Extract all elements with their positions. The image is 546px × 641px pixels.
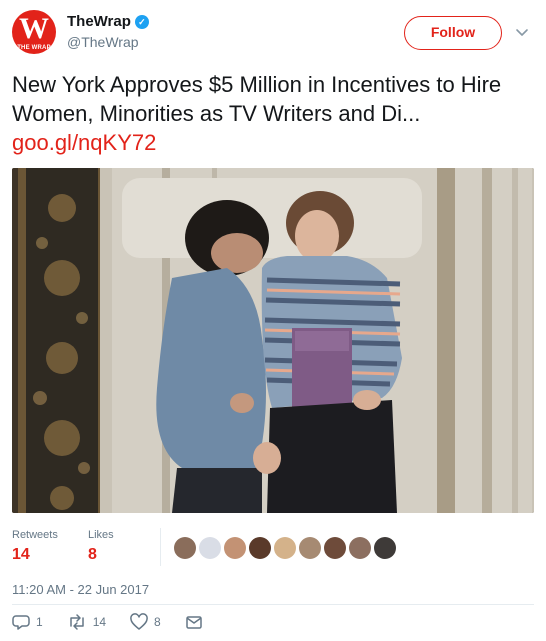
liker-avatar[interactable] <box>174 537 196 559</box>
tweet-header: W THE WRAP TheWrap ✓ @TheWrap Follow <box>12 10 534 56</box>
tweet-actions: 1 14 8 <box>12 612 227 632</box>
stats-divider <box>160 528 161 566</box>
tweet-text: New York Approves $5 Million in Incentiv… <box>12 70 532 157</box>
account-names: TheWrap ✓ @TheWrap <box>67 13 149 51</box>
liker-avatar[interactable] <box>249 537 271 559</box>
retweet-count: 14 <box>92 615 107 629</box>
retweet-icon <box>69 614 84 630</box>
reply-count: 1 <box>36 615 43 629</box>
liker-avatar[interactable] <box>324 537 346 559</box>
liker-avatar[interactable] <box>299 537 321 559</box>
heart-icon <box>130 613 148 630</box>
message-action[interactable] <box>185 612 203 632</box>
tweet-photo[interactable] <box>12 168 534 513</box>
reply-action[interactable]: 1 <box>12 612 43 632</box>
tweet-timestamp[interactable]: 11:20 AM - 22 Jun 2017 <box>12 582 149 598</box>
liker-avatar[interactable] <box>349 537 371 559</box>
photo-illustration <box>12 168 534 513</box>
likes-stat[interactable]: Likes 8 <box>88 528 114 565</box>
avatar-letter: W <box>19 12 49 45</box>
retweets-count: 14 <box>12 546 30 563</box>
liker-avatar[interactable] <box>224 537 246 559</box>
display-name[interactable]: TheWrap <box>67 13 131 31</box>
avatar-subtext: THE WRAP <box>17 45 51 51</box>
envelope-icon <box>185 616 202 629</box>
like-action[interactable]: 8 <box>130 612 161 632</box>
tweet-body: New York Approves $5 Million in Incentiv… <box>12 72 502 126</box>
tweet-stats: Retweets 14 Likes 8 <box>12 528 534 568</box>
tweet-link[interactable]: goo.gl/nqKY72 <box>12 130 156 155</box>
account-handle[interactable]: @TheWrap <box>67 33 149 51</box>
retweets-label: Retweets <box>12 529 58 541</box>
liker-avatars <box>174 537 396 561</box>
verified-badge-icon: ✓ <box>134 15 149 29</box>
liker-avatar[interactable] <box>274 537 296 559</box>
actions-divider <box>12 604 534 605</box>
reply-icon <box>12 615 30 630</box>
likes-count: 8 <box>88 546 97 563</box>
retweet-action[interactable]: 14 <box>67 612 106 632</box>
follow-button[interactable]: Follow <box>404 16 502 50</box>
like-count: 8 <box>154 615 161 629</box>
chevron-down-icon[interactable] <box>514 24 530 40</box>
likes-label: Likes <box>88 529 114 541</box>
display-name-row[interactable]: TheWrap ✓ <box>67 13 149 31</box>
liker-avatar[interactable] <box>199 537 221 559</box>
retweets-stat[interactable]: Retweets 14 <box>12 528 58 565</box>
liker-avatar[interactable] <box>374 537 396 559</box>
avatar[interactable]: W THE WRAP <box>12 10 56 54</box>
